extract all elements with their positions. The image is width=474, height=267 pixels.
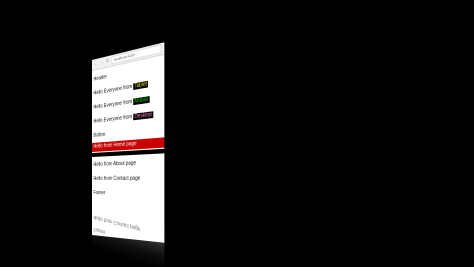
back-icon[interactable]: ← xyxy=(94,60,98,67)
about-line: Hello from About page xyxy=(93,160,137,168)
greeting-prefix: Hello Everyone from xyxy=(93,113,133,125)
footer-text: Footer xyxy=(93,190,106,197)
stage: ← → ↻ localhost:4200 Header Hello Everyo… xyxy=(0,0,474,267)
reload-icon[interactable]: ↻ xyxy=(106,57,109,64)
forward-icon[interactable]: → xyxy=(100,59,104,66)
source-tag-tablet: Tablet xyxy=(133,80,148,90)
greeting-prefix: Hello Everyone from xyxy=(93,98,133,111)
source-tag-mobile: Mobile xyxy=(133,96,150,106)
source-tag-desktop: Desktop xyxy=(133,111,153,121)
page-content: Header Hello Everyone from Tablet Hello … xyxy=(92,55,165,203)
contact-line: Hello from Contact page xyxy=(93,175,141,182)
